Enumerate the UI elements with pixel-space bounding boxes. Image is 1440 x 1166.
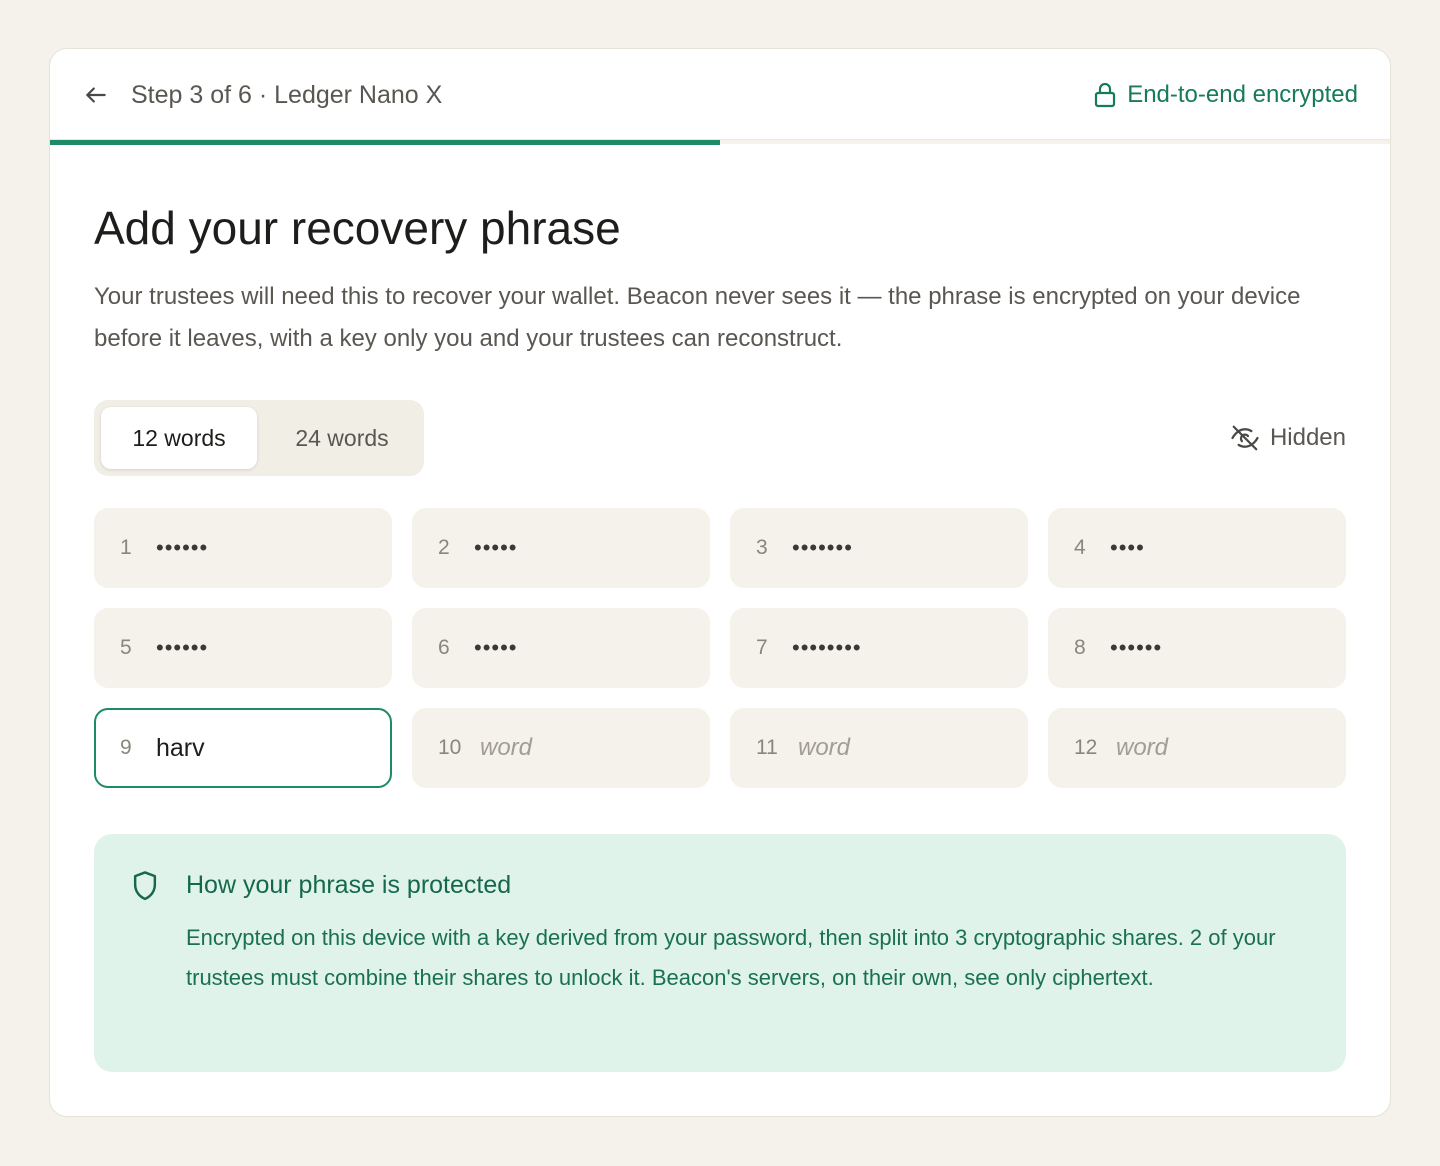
word-number: 3: [756, 536, 768, 559]
word-field-3[interactable]: 3 •••••••: [730, 508, 1028, 588]
wizard-card: Step 3 of 6 · Ledger Nano X End-to-end e…: [49, 48, 1391, 1117]
word-number: 9: [120, 736, 132, 759]
page-title: Add your recovery phrase: [94, 202, 621, 254]
lock-icon: [1095, 82, 1116, 108]
word-number: 1: [120, 536, 132, 559]
arrow-left-icon: [86, 87, 106, 103]
word-field-6[interactable]: 6 •••••: [412, 608, 710, 688]
word-field-7[interactable]: 7 ••••••••: [730, 608, 1028, 688]
word-number: 12: [1074, 736, 1098, 759]
word-field-11[interactable]: 11 word: [730, 708, 1028, 788]
word-field-8[interactable]: 8 ••••••: [1048, 608, 1346, 688]
word-grid: 1 •••••• 2 ••••• 3 ••••••• 4 •••• 5 •••••• 6 ••••• 7…: [94, 508, 1346, 788]
word-placeholder: word: [1116, 734, 1169, 761]
word-field-4[interactable]: 4 ••••: [1048, 508, 1346, 588]
word-placeholder: word: [798, 734, 851, 761]
word-number: 5: [120, 636, 132, 659]
word-field-9[interactable]: 9 harv: [94, 708, 392, 788]
eye-off-icon: [1231, 425, 1259, 451]
info-title: How your phrase is protected: [186, 871, 512, 899]
word-number: 4: [1074, 536, 1086, 559]
progress-fill: [50, 140, 720, 145]
masked-word: ••••••: [156, 535, 209, 560]
visibility-toggle[interactable]: Hidden: [1230, 423, 1346, 453]
option-12-words[interactable]: 12 words: [101, 407, 257, 469]
word-placeholder: word: [480, 734, 533, 761]
visibility-label: Hidden: [1269, 424, 1346, 451]
protection-info: How your phrase is protected Encrypted o…: [94, 834, 1346, 1072]
page-description: Your trustees will need this to recover …: [94, 283, 1301, 352]
word-number: 10: [438, 736, 462, 759]
word-input-value: harv: [156, 733, 205, 762]
encryption-badge: End-to-end encrypted: [1093, 80, 1358, 110]
shield-icon: [133, 871, 157, 901]
word-field-5[interactable]: 5 ••••••: [94, 608, 392, 688]
encryption-label: End-to-end encrypted: [1127, 81, 1358, 108]
info-text: Encrypted on this device with a key deri…: [186, 925, 1276, 990]
masked-word: •••••: [474, 535, 518, 560]
word-field-10[interactable]: 10 word: [412, 708, 710, 788]
word-number: 6: [438, 636, 450, 659]
option-24-words[interactable]: 24 words: [264, 407, 420, 469]
header: Step 3 of 6 · Ledger Nano X End-to-end e…: [50, 49, 1390, 139]
progress-bar: [50, 139, 1390, 145]
step-indicator: Step 3 of 6 · Ledger Nano X: [131, 81, 443, 109]
masked-word: ••••: [1110, 535, 1145, 560]
word-field-2[interactable]: 2 •••••: [412, 508, 710, 588]
word-number: 8: [1074, 636, 1086, 659]
word-count-toggle: 12 words 24 words: [94, 400, 424, 476]
masked-word: ••••••: [156, 635, 209, 660]
word-field-12[interactable]: 12 word: [1048, 708, 1346, 788]
word-number: 2: [438, 536, 450, 559]
back-button[interactable]: [80, 79, 112, 111]
masked-word: ••••••: [1110, 635, 1163, 660]
masked-word: •••••: [474, 635, 518, 660]
word-number: 11: [756, 736, 778, 759]
masked-word: •••••••: [792, 535, 853, 560]
masked-word: ••••••••: [792, 635, 862, 660]
word-number: 7: [756, 636, 768, 659]
word-field-1[interactable]: 1 ••••••: [94, 508, 392, 588]
